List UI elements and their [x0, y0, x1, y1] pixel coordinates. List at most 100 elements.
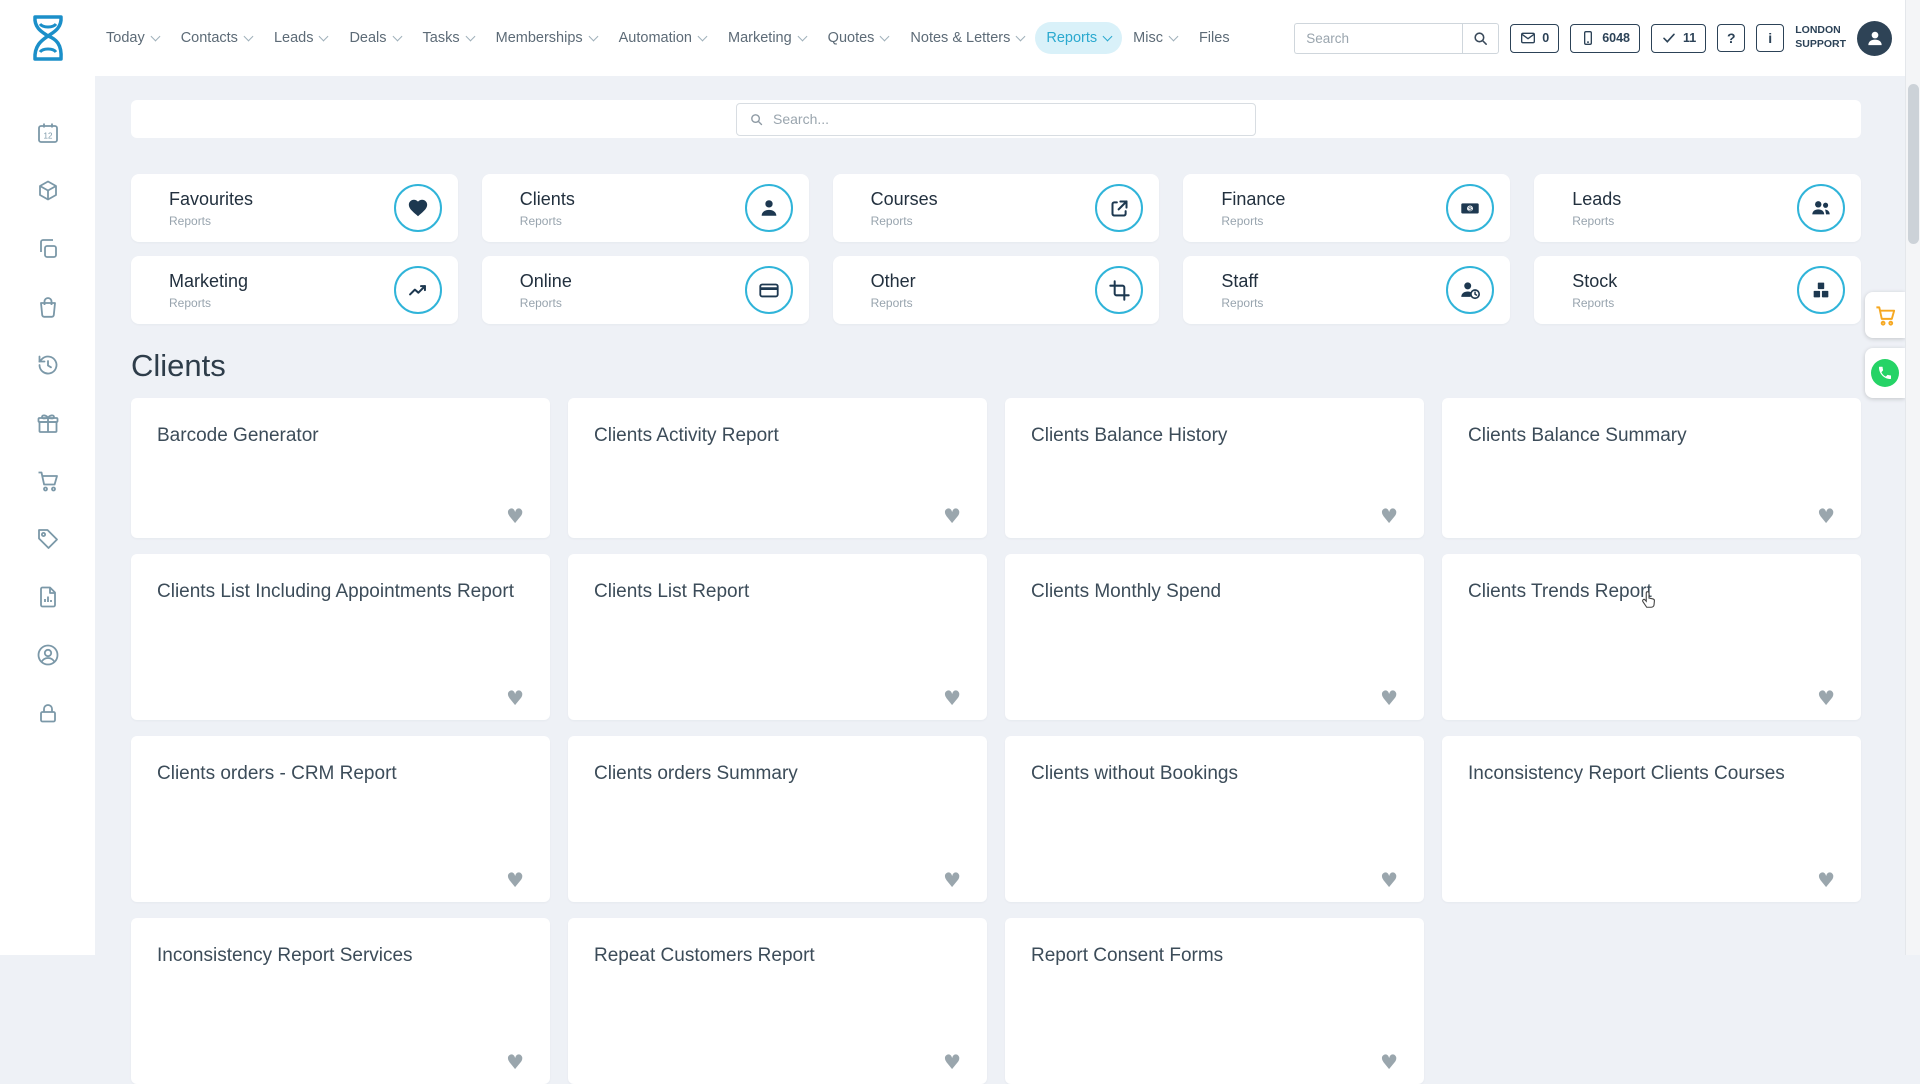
copy-pages-icon[interactable] — [35, 236, 61, 262]
report-card[interactable]: Clients without Bookings ♥ — [1005, 736, 1424, 902]
report-card[interactable]: Clients orders - CRM Report ♥ — [131, 736, 550, 902]
topbar-right: 0 6048 11 ? i LONDON SUPPORT — [1294, 21, 1920, 56]
user-circle-icon[interactable] — [35, 642, 61, 668]
app-logo[interactable] — [0, 13, 95, 63]
report-card[interactable]: Clients Activity Report ♥ — [568, 398, 987, 538]
category-card-staff[interactable]: StaffReports — [1183, 256, 1510, 324]
category-card-other[interactable]: OtherReports — [833, 256, 1160, 324]
svg-text:12: 12 — [43, 132, 52, 141]
scrollbar-thumb[interactable] — [1908, 84, 1919, 244]
category-title: Online — [520, 271, 572, 292]
report-card[interactable]: Clients List Report ♥ — [568, 554, 987, 720]
favourite-heart-icon[interactable]: ♥ — [1380, 506, 1398, 526]
category-subtitle: Reports — [520, 214, 575, 228]
nav-tasks[interactable]: Tasks — [412, 22, 485, 54]
favourite-heart-icon[interactable]: ♥ — [506, 688, 524, 708]
favourite-heart-icon[interactable]: ♥ — [943, 688, 961, 708]
messages-button[interactable]: 0 — [1510, 24, 1559, 53]
report-card[interactable]: Clients Monthly Spend ♥ — [1005, 554, 1424, 720]
search-icon — [749, 112, 764, 127]
reports-search-box — [736, 103, 1256, 136]
report-card[interactable]: Repeat Customers Report ♥ — [568, 918, 987, 1084]
nav-today[interactable]: Today — [95, 22, 170, 54]
info-icon: i — [1768, 30, 1772, 46]
calendar-icon[interactable]: 12 — [35, 120, 61, 146]
report-title: Repeat Customers Report — [594, 944, 961, 969]
history-icon[interactable] — [35, 352, 61, 378]
favourite-heart-icon[interactable]: ♥ — [1817, 870, 1835, 890]
tasks-button[interactable]: 11 — [1651, 24, 1706, 53]
shopping-bag-icon[interactable] — [35, 294, 61, 320]
shopping-cart-icon[interactable] — [35, 468, 61, 494]
nav-files[interactable]: Files — [1188, 22, 1241, 54]
report-card[interactable]: Inconsistency Report Services ♥ — [131, 918, 550, 1084]
category-card-stock[interactable]: StockReports — [1534, 256, 1861, 324]
left-sidebar: 12 — [0, 76, 95, 955]
category-subtitle: Reports — [169, 214, 253, 228]
category-card-marketing[interactable]: MarketingReports — [131, 256, 458, 324]
category-card-favourites[interactable]: FavouritesReports — [131, 174, 458, 242]
global-search-input[interactable] — [1294, 23, 1462, 54]
nav-automation[interactable]: Automation — [608, 22, 717, 54]
question-mark-icon: ? — [1727, 30, 1736, 46]
report-card[interactable]: Clients Balance History ♥ — [1005, 398, 1424, 538]
category-card-finance[interactable]: FinanceReports $ — [1183, 174, 1510, 242]
floating-cart-button[interactable] — [1865, 292, 1905, 338]
nav-reports[interactable]: Reports — [1035, 22, 1122, 54]
report-document-icon[interactable] — [35, 584, 61, 610]
category-card-leads[interactable]: LeadsReports — [1534, 174, 1861, 242]
report-title: Clients Monthly Spend — [1031, 580, 1398, 605]
report-card[interactable]: Clients List Including Appointments Repo… — [131, 554, 550, 720]
category-card-clients[interactable]: ClientsReports — [482, 174, 809, 242]
nav-notes-letters[interactable]: Notes & Letters — [899, 22, 1035, 54]
favourite-heart-icon[interactable]: ♥ — [506, 506, 524, 526]
reports-search-input[interactable] — [773, 111, 1243, 127]
favourite-heart-icon[interactable]: ♥ — [943, 506, 961, 526]
category-card-online[interactable]: OnlineReports — [482, 256, 809, 324]
cube-icon[interactable] — [35, 178, 61, 204]
nav-marketing[interactable]: Marketing — [717, 22, 817, 54]
floating-whatsapp-button[interactable] — [1865, 348, 1905, 398]
search-button[interactable] — [1462, 23, 1499, 54]
report-card[interactable]: Clients orders Summary ♥ — [568, 736, 987, 902]
favourite-heart-icon[interactable]: ♥ — [943, 870, 961, 890]
help-button[interactable]: ? — [1717, 24, 1745, 52]
category-card-courses[interactable]: CoursesReports — [833, 174, 1160, 242]
favourite-heart-icon[interactable]: ♥ — [1380, 1052, 1398, 1072]
report-title: Inconsistency Report Services — [157, 944, 524, 969]
nav-label: Misc — [1133, 30, 1163, 46]
user-avatar[interactable] — [1857, 21, 1892, 56]
favourite-heart-icon[interactable]: ♥ — [506, 870, 524, 890]
report-card[interactable]: Clients Balance Summary ♥ — [1442, 398, 1861, 538]
banknote-icon: $ — [1446, 184, 1494, 232]
favourite-heart-icon[interactable]: ♥ — [943, 1052, 961, 1072]
report-card[interactable]: Inconsistency Report Clients Courses ♥ — [1442, 736, 1861, 902]
report-card[interactable]: Report Consent Forms ♥ — [1005, 918, 1424, 1084]
report-card[interactable]: Barcode Generator ♥ — [131, 398, 550, 538]
nav-label: Quotes — [828, 30, 875, 46]
scrollbar-track[interactable] — [1905, 0, 1920, 955]
nav-misc[interactable]: Misc — [1122, 22, 1188, 54]
tag-icon[interactable] — [35, 526, 61, 552]
nav-contacts[interactable]: Contacts — [170, 22, 263, 54]
favourite-heart-icon[interactable]: ♥ — [1380, 688, 1398, 708]
nav-deals[interactable]: Deals — [338, 22, 411, 54]
chevron-down-icon — [698, 31, 708, 41]
favourite-heart-icon[interactable]: ♥ — [506, 1052, 524, 1072]
favourite-heart-icon[interactable]: ♥ — [1380, 870, 1398, 890]
report-categories: FavouritesReports ClientsReports Courses… — [131, 174, 1861, 324]
nav-leads[interactable]: Leads — [263, 22, 339, 54]
top-bar: Today Contacts Leads Deals Tasks Members… — [0, 0, 1920, 76]
gift-icon[interactable] — [35, 410, 61, 436]
lock-icon[interactable] — [35, 700, 61, 726]
favourite-heart-icon[interactable]: ♥ — [1817, 688, 1835, 708]
nav-memberships[interactable]: Memberships — [485, 22, 608, 54]
nav-quotes[interactable]: Quotes — [817, 22, 900, 54]
report-title: Clients Trends Report — [1468, 580, 1835, 605]
phone-button[interactable]: 6048 — [1570, 24, 1640, 53]
report-card[interactable]: Clients Trends Report ♥ — [1442, 554, 1861, 720]
phone-number: 6048 — [1602, 31, 1630, 45]
favourite-heart-icon[interactable]: ♥ — [1817, 506, 1835, 526]
info-button[interactable]: i — [1756, 24, 1784, 52]
mobile-phone-icon — [1580, 30, 1596, 46]
